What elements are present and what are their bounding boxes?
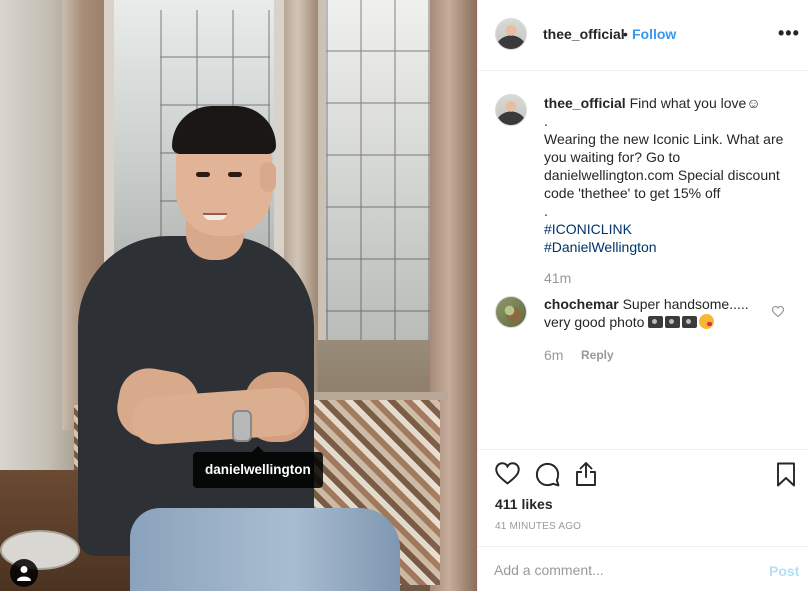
hashtag-link[interactable]: #ICONICLINK bbox=[544, 220, 794, 238]
photo-person-jeans bbox=[130, 508, 400, 591]
avatar[interactable] bbox=[495, 18, 527, 50]
bookmark-icon[interactable] bbox=[776, 462, 796, 487]
photo-bench-rail bbox=[300, 392, 448, 400]
more-options-button[interactable]: ••• bbox=[778, 24, 800, 42]
post-photo[interactable]: danielwellington bbox=[0, 0, 477, 591]
comment-like-heart-icon[interactable] bbox=[772, 306, 784, 317]
caption-line: . bbox=[544, 203, 548, 219]
comment-line: Super handsome..... bbox=[622, 296, 749, 312]
share-icon[interactable] bbox=[574, 461, 598, 487]
brand-tag[interactable]: danielwellington bbox=[193, 446, 323, 488]
photo-person-eye bbox=[196, 172, 210, 177]
user-icon bbox=[17, 566, 31, 581]
avatar[interactable] bbox=[495, 94, 527, 126]
reply-button[interactable]: Reply bbox=[581, 348, 614, 362]
comment-timestamp[interactable]: 6m bbox=[544, 347, 563, 363]
comment-icon[interactable] bbox=[535, 462, 560, 487]
photo-person-sleeve bbox=[250, 290, 310, 380]
comment-username[interactable]: chochemar bbox=[544, 296, 619, 312]
caption-line: Find what you love☺ bbox=[629, 95, 761, 111]
caption-timestamp[interactable]: 41m bbox=[544, 270, 571, 286]
photo-person-ear bbox=[260, 162, 276, 192]
caption-line: Wearing the new Iconic Link. What are bbox=[544, 131, 784, 147]
add-comment-bar: Post bbox=[478, 546, 809, 591]
caption-line: danielwellington.com Special discount bbox=[544, 167, 780, 183]
photo-window-grid bbox=[326, 0, 430, 340]
camera-icon bbox=[682, 316, 698, 328]
hashtag-link[interactable]: #DanielWellington bbox=[544, 238, 794, 256]
camera-icon bbox=[648, 316, 664, 328]
caption-line: . bbox=[544, 113, 548, 129]
caption-line: code 'thethee' to get 15% off bbox=[544, 185, 721, 201]
photo-person-mouth bbox=[203, 213, 227, 220]
post-header: thee_official • Follow ••• bbox=[478, 0, 809, 71]
avatar[interactable] bbox=[495, 296, 527, 328]
post-actions: 411 likes 41 MINUTES AGO Post bbox=[478, 449, 809, 591]
comment-text: chochemar Super handsome..... very good … bbox=[544, 295, 774, 331]
add-comment-input[interactable] bbox=[494, 559, 754, 581]
likes-count[interactable]: 411 likes bbox=[495, 496, 553, 512]
post-side-panel: thee_official • Follow ••• thee_official… bbox=[477, 0, 809, 591]
header-username[interactable]: thee_official bbox=[543, 26, 625, 42]
caption-text: thee_official Find what you love☺ . Wear… bbox=[544, 94, 794, 256]
tagged-users-button[interactable] bbox=[10, 559, 38, 587]
post-comment-button[interactable]: Post bbox=[769, 563, 799, 579]
photo-person-eye bbox=[228, 172, 242, 177]
follow-button[interactable]: Follow bbox=[632, 26, 676, 42]
header-separator: • bbox=[623, 26, 628, 42]
camera-icon bbox=[665, 316, 681, 328]
post-timestamp[interactable]: 41 MINUTES AGO bbox=[495, 521, 581, 532]
comment-line: very good photo bbox=[544, 314, 645, 330]
photo-watch bbox=[232, 410, 252, 442]
heart-icon[interactable] bbox=[495, 462, 520, 485]
caption-username[interactable]: thee_official bbox=[544, 95, 626, 111]
kissing-face-icon bbox=[699, 314, 715, 329]
caption-line: you waiting for? Go to bbox=[544, 149, 681, 165]
